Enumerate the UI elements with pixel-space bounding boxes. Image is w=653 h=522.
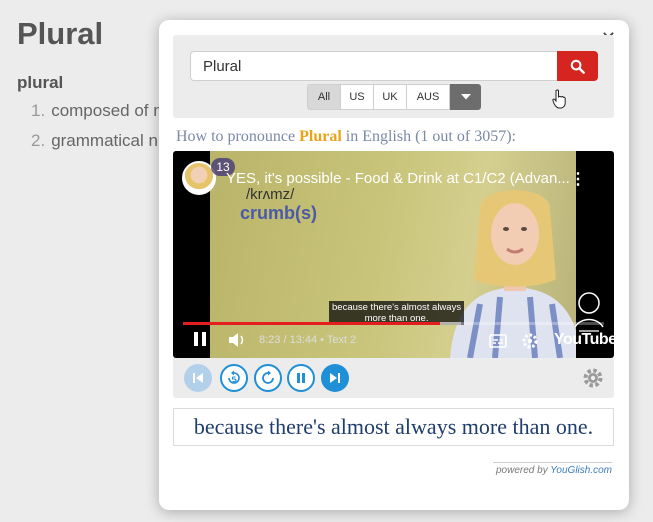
powered-by: powered by YouGlish.com bbox=[493, 462, 612, 476]
definition-number: 1. bbox=[31, 101, 46, 120]
previous-button[interactable] bbox=[184, 364, 212, 392]
skip-previous-icon bbox=[193, 373, 203, 383]
skip-next-icon bbox=[330, 373, 340, 383]
volume-icon[interactable] bbox=[228, 332, 248, 348]
phonetic-text: /krʌmz/ bbox=[246, 186, 295, 203]
player-controls bbox=[173, 358, 614, 398]
search-icon bbox=[570, 59, 585, 74]
accent-all-button[interactable]: All bbox=[307, 84, 341, 110]
entry-word: plural bbox=[17, 73, 64, 92]
pause-icon[interactable] bbox=[193, 331, 207, 347]
youglish-link[interactable]: YouGlish.com bbox=[550, 465, 612, 476]
replay-button[interactable] bbox=[254, 364, 282, 392]
rewind-5-button[interactable] bbox=[220, 364, 248, 392]
mouse-pointer-icon bbox=[552, 89, 566, 109]
definition-number: 2. bbox=[31, 131, 46, 150]
pause-button[interactable] bbox=[287, 364, 315, 392]
caption-text: because there's almost always more than … bbox=[173, 408, 614, 446]
channel-watermark-icon bbox=[574, 292, 604, 332]
subtitles-icon[interactable] bbox=[489, 334, 507, 348]
gear-icon bbox=[583, 368, 603, 388]
definition-item: 1. composed of m bbox=[31, 101, 167, 121]
rewind-5-icon bbox=[228, 370, 240, 384]
definition-text: grammatical n bbox=[51, 131, 158, 150]
definition-text: composed of m bbox=[51, 101, 168, 120]
replay-icon bbox=[262, 370, 274, 384]
video-title[interactable]: YES, it's possible - Food & Drink at C1/… bbox=[226, 170, 570, 187]
search-button[interactable] bbox=[557, 51, 598, 81]
heading-word: Plural bbox=[299, 128, 342, 145]
pause-icon bbox=[297, 373, 305, 383]
search-panel: All US UK AUS bbox=[173, 35, 614, 118]
crumb-text: crumb(s) bbox=[240, 203, 318, 223]
accent-uk-button[interactable]: UK bbox=[374, 84, 407, 110]
next-button[interactable] bbox=[321, 364, 349, 392]
subtitle-line: because there's almost always bbox=[332, 302, 462, 313]
heading-suffix: in English (1 out of 3057): bbox=[341, 128, 516, 145]
progress-played bbox=[183, 322, 440, 325]
accent-us-button[interactable]: US bbox=[341, 84, 374, 110]
page-title: Plural bbox=[17, 16, 104, 51]
video-progress-bar[interactable] bbox=[183, 322, 604, 325]
definition-item: 2. grammatical n bbox=[31, 131, 158, 151]
caret-down-icon bbox=[460, 94, 471, 100]
video-time: 8:23 / 13:44 • Text 2 bbox=[259, 334, 357, 346]
video-player[interactable]: 13 YES, it's possible - Food & Drink at … bbox=[173, 151, 614, 358]
more-accents-button[interactable] bbox=[450, 84, 481, 110]
player-settings-button[interactable] bbox=[579, 364, 607, 392]
search-input[interactable] bbox=[190, 51, 557, 81]
powered-prefix: powered by bbox=[496, 465, 551, 476]
youtube-logo[interactable]: YouTube bbox=[554, 331, 614, 349]
more-options-icon[interactable]: ⋮ bbox=[570, 169, 586, 189]
settings-icon[interactable] bbox=[521, 332, 539, 350]
pronounce-heading: How to pronounce Plural in English (1 ou… bbox=[176, 128, 516, 146]
accent-aus-button[interactable]: AUS bbox=[407, 84, 450, 110]
accent-filter: All US UK AUS bbox=[307, 84, 481, 110]
heading-prefix: How to pronounce bbox=[176, 128, 300, 145]
